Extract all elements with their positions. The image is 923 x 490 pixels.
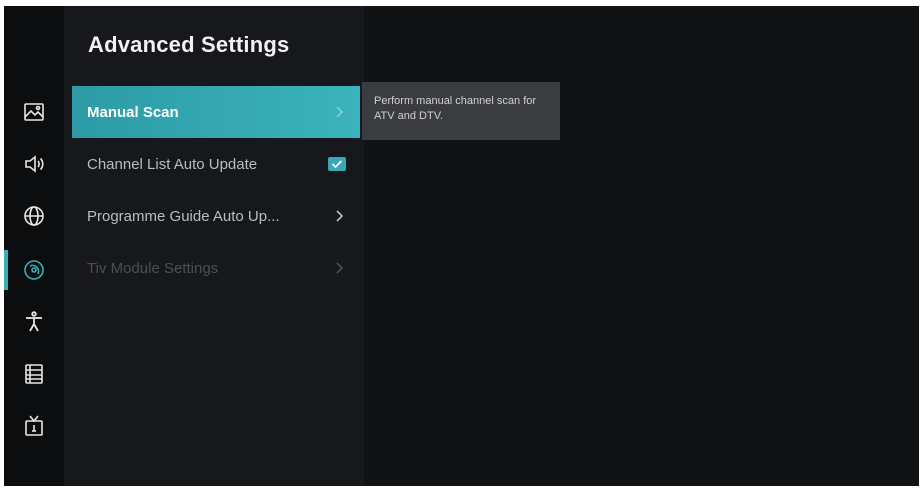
checkmark-icon [331,160,343,169]
chevron-right-icon [336,210,344,222]
active-category-indicator [4,250,8,290]
menu-item-programme-guide-auto-update[interactable]: Programme Guide Auto Up... [72,190,360,242]
support-icon[interactable] [22,414,46,438]
picture-icon[interactable] [22,100,46,124]
menu-item-label: Tiv Module Settings [87,259,219,277]
menu-item-label: Manual Scan [87,103,179,121]
menu-item-module-settings[interactable]: Tiv Module Settings [72,242,360,294]
sound-icon[interactable] [22,152,46,176]
menu-item-channel-list-auto-update[interactable]: Channel List Auto Update [72,138,360,190]
menu-item-manual-scan[interactable]: Manual Scan [72,86,360,138]
channel-icon[interactable] [22,258,46,282]
chevron-right-icon [336,106,344,118]
menu-item-label: Channel List Auto Update [87,155,258,173]
help-tooltip: Perform manual channel scan for ATV and … [362,82,560,140]
page-title: Advanced Settings [88,32,290,57]
settings-category-rail [4,6,64,486]
accessibility-icon[interactable] [22,310,46,334]
chevron-right-icon [336,262,344,274]
menu-item-label: Programme Guide Auto Up... [87,207,280,225]
network-icon[interactable] [22,204,46,228]
checkbox[interactable] [328,157,346,171]
tooltip-text: Perform manual channel scan for ATV and … [374,95,537,122]
system-icon[interactable] [22,362,46,386]
